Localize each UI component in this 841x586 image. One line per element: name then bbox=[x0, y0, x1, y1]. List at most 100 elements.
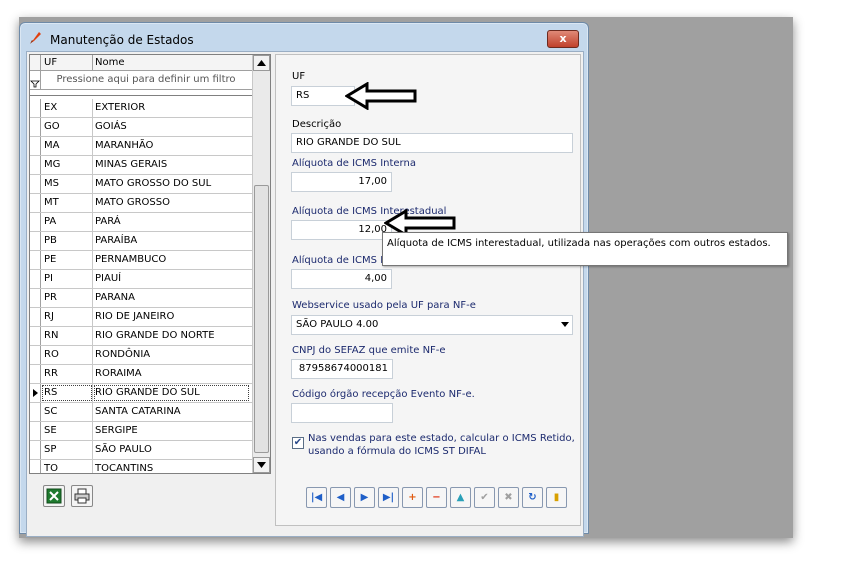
title-bar[interactable]: Manutenção de Estados x bbox=[20, 23, 588, 49]
table-row[interactable]: RO RONDÔNIA bbox=[30, 346, 252, 365]
column-header-nome[interactable]: Nome bbox=[93, 55, 245, 70]
scroll-up-button[interactable] bbox=[253, 55, 270, 71]
insert-record-button[interactable]: + bbox=[402, 487, 423, 508]
cell-uf[interactable]: GO bbox=[41, 118, 93, 136]
cell-nome[interactable]: PARAÍBA bbox=[93, 232, 250, 250]
first-record-button[interactable]: |◀ bbox=[306, 487, 327, 508]
print-button[interactable] bbox=[71, 485, 93, 507]
cell-nome[interactable]: PIAUÍ bbox=[93, 270, 250, 288]
cell-uf[interactable]: RN bbox=[41, 327, 93, 345]
table-row[interactable]: SE SERGIPE bbox=[30, 422, 252, 441]
export-excel-button[interactable] bbox=[43, 485, 65, 507]
table-row[interactable]: PI PIAUÍ bbox=[30, 270, 252, 289]
table-row[interactable]: RJ RIO DE JANEIRO bbox=[30, 308, 252, 327]
cell-nome[interactable]: MATO GROSSO bbox=[93, 194, 250, 212]
cell-nome[interactable]: SÃO PAULO bbox=[93, 441, 250, 459]
table-row[interactable]: GO GOIÁS bbox=[30, 118, 252, 137]
cell-uf[interactable]: RJ bbox=[41, 308, 93, 326]
cell-uf[interactable]: MS bbox=[41, 175, 93, 193]
table-row[interactable]: SP SÃO PAULO bbox=[30, 441, 252, 460]
table-row[interactable]: RN RIO GRANDE DO NORTE bbox=[30, 327, 252, 346]
table-row[interactable]: MA MARANHÃO bbox=[30, 137, 252, 156]
filter-row[interactable]: Pressione aqui para definir um filtro bbox=[30, 71, 252, 90]
cell-uf[interactable]: SC bbox=[41, 403, 93, 421]
column-header-uf[interactable]: UF bbox=[41, 55, 93, 70]
window-title: Manutenção de Estados bbox=[50, 33, 194, 47]
scroll-down-button[interactable] bbox=[253, 457, 270, 473]
filter-placeholder[interactable]: Pressione aqui para definir um filtro bbox=[41, 71, 251, 89]
cell-uf[interactable]: SP bbox=[41, 441, 93, 459]
tooltip-interestadual: Alíquota de ICMS interestadual, utilizad… bbox=[382, 232, 788, 266]
icms-third-input[interactable]: 4,00 bbox=[291, 269, 392, 289]
cell-nome[interactable]: SERGIPE bbox=[93, 422, 250, 440]
icms-interna-input[interactable]: 17,00 bbox=[291, 172, 392, 192]
row-indicator-cell bbox=[30, 213, 41, 231]
cell-nome[interactable]: RORAIMA bbox=[93, 365, 250, 383]
table-row[interactable]: PE PERNAMBUCO bbox=[30, 251, 252, 270]
post-record-button[interactable]: ✔ bbox=[474, 487, 495, 508]
table-row[interactable]: RS RIO GRANDE DO SUL bbox=[30, 384, 252, 403]
cell-nome[interactable]: PARÁ bbox=[93, 213, 250, 231]
cell-nome[interactable]: TOCANTINS bbox=[93, 460, 250, 473]
table-row[interactable]: TO TOCANTINS bbox=[30, 460, 252, 473]
cell-uf[interactable]: RO bbox=[41, 346, 93, 364]
table-row[interactable]: PR PARANA bbox=[30, 289, 252, 308]
cell-uf[interactable]: MG bbox=[41, 156, 93, 174]
cell-uf[interactable]: TO bbox=[41, 460, 93, 473]
refresh-button[interactable]: ↻ bbox=[522, 487, 543, 508]
cell-uf[interactable]: PR bbox=[41, 289, 93, 307]
cell-nome[interactable]: MINAS GERAIS bbox=[93, 156, 250, 174]
cell-nome[interactable]: RIO GRANDE DO SUL bbox=[93, 384, 250, 402]
table-row[interactable]: EX EXTERIOR bbox=[30, 99, 252, 118]
table-row[interactable]: MS MATO GROSSO DO SUL bbox=[30, 175, 252, 194]
exit-button[interactable]: ▮ bbox=[546, 487, 567, 508]
table-row[interactable]: MG MINAS GERAIS bbox=[30, 156, 252, 175]
cell-uf[interactable]: MT bbox=[41, 194, 93, 212]
prior-record-button[interactable]: ◀ bbox=[330, 487, 351, 508]
close-button[interactable]: x bbox=[547, 30, 579, 48]
states-grid[interactable]: UF Nome Pressione aqui para definir um f… bbox=[29, 54, 271, 474]
table-row[interactable]: PB PARAÍBA bbox=[30, 232, 252, 251]
last-record-button[interactable]: ▶| bbox=[378, 487, 399, 508]
cell-nome[interactable]: RIO DE JANEIRO bbox=[93, 308, 250, 326]
descricao-input[interactable]: RIO GRANDE DO SUL bbox=[291, 133, 573, 153]
header-indicator-cell bbox=[30, 55, 41, 70]
cell-uf[interactable]: MA bbox=[41, 137, 93, 155]
cell-nome[interactable]: SANTA CATARINA bbox=[93, 403, 250, 421]
cell-nome[interactable]: EXTERIOR bbox=[93, 99, 250, 117]
table-row[interactable]: SC SANTA CATARINA bbox=[30, 403, 252, 422]
cell-uf[interactable]: RS bbox=[41, 384, 93, 402]
table-row[interactable]: MT MATO GROSSO bbox=[30, 194, 252, 213]
icms-interestadual-input[interactable]: 12,00 bbox=[291, 220, 392, 240]
cell-nome[interactable]: RONDÔNIA bbox=[93, 346, 250, 364]
cell-uf[interactable]: RR bbox=[41, 365, 93, 383]
codigo-orgao-input[interactable] bbox=[291, 403, 393, 423]
cell-nome[interactable]: PARANA bbox=[93, 289, 250, 307]
table-row[interactable]: RR RORAIMA bbox=[30, 365, 252, 384]
grid-vertical-scrollbar[interactable] bbox=[252, 55, 270, 473]
status-bar bbox=[33, 542, 589, 560]
cell-nome[interactable]: PERNAMBUCO bbox=[93, 251, 250, 269]
cell-uf[interactable]: PI bbox=[41, 270, 93, 288]
cell-nome[interactable]: GOIÁS bbox=[93, 118, 250, 136]
cell-uf[interactable]: EX bbox=[41, 99, 93, 117]
row-indicator-cell bbox=[30, 194, 41, 212]
chevron-down-icon[interactable] bbox=[561, 322, 569, 327]
cell-uf[interactable]: SE bbox=[41, 422, 93, 440]
cell-nome[interactable]: RIO GRANDE DO NORTE bbox=[93, 327, 250, 345]
next-record-button[interactable]: ▶ bbox=[354, 487, 375, 508]
cell-uf[interactable]: PB bbox=[41, 232, 93, 250]
edit-record-button[interactable]: ▲ bbox=[450, 487, 471, 508]
cell-nome[interactable]: MATO GROSSO DO SUL bbox=[93, 175, 250, 193]
filter-icon bbox=[30, 71, 41, 89]
cell-uf[interactable]: PA bbox=[41, 213, 93, 231]
cancel-record-button[interactable]: ✖ bbox=[498, 487, 519, 508]
table-row[interactable]: PA PARÁ bbox=[30, 213, 252, 232]
webservice-select[interactable]: SÃO PAULO 4.00 bbox=[291, 315, 573, 335]
cell-uf[interactable]: PE bbox=[41, 251, 93, 269]
delete-record-button[interactable]: − bbox=[426, 487, 447, 508]
cnpj-input[interactable]: 87958674000181 bbox=[291, 359, 393, 379]
scroll-thumb[interactable] bbox=[254, 185, 269, 453]
cell-nome[interactable]: MARANHÃO bbox=[93, 137, 250, 155]
icms-retido-checkbox[interactable]: ✔ bbox=[292, 437, 304, 449]
